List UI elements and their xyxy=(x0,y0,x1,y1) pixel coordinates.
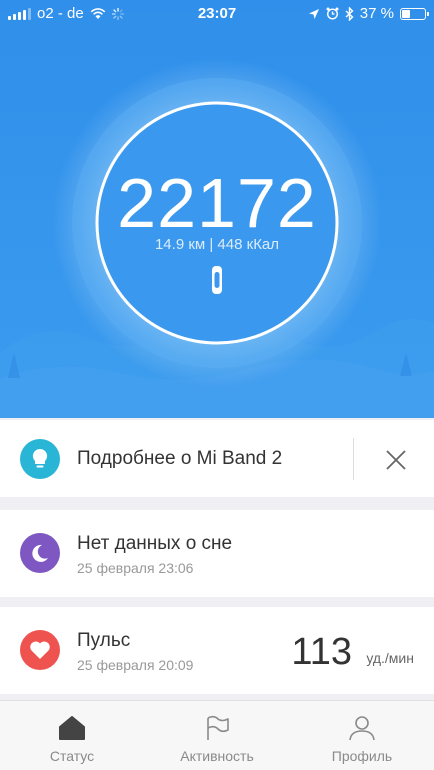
activity-hero: o2 - de 23:07 37 % 22172 14.9 км | 448 к… xyxy=(0,0,434,418)
promo-card[interactable]: Подробнее о Mi Band 2 xyxy=(0,420,434,497)
sleep-circle: z xyxy=(20,533,60,573)
heart-icon xyxy=(30,641,50,659)
tab-status-label: Статус xyxy=(49,748,95,764)
step-count: 22172 xyxy=(117,164,317,242)
battery-percent: 37 % xyxy=(359,5,394,22)
sleep-card[interactable]: z Нет данных о сне 25 февраля 23:06 xyxy=(0,510,434,597)
promo-title: Подробнее о Mi Band 2 xyxy=(77,448,283,469)
lightbulb-icon xyxy=(32,448,48,468)
status-bar: o2 - de 23:07 37 % xyxy=(0,0,434,28)
svg-text:z: z xyxy=(42,548,46,555)
alarm-icon xyxy=(326,7,339,20)
tab-profile-label: Профиль xyxy=(331,748,393,764)
tab-bar: Статус Активность Профиль xyxy=(0,700,434,770)
battery-icon xyxy=(400,7,429,20)
tab-status[interactable]: Статус xyxy=(0,701,144,770)
sleep-title: Нет данных о сне xyxy=(77,533,233,554)
band-device-icon xyxy=(212,266,222,294)
location-arrow-icon xyxy=(308,8,319,19)
flag-icon xyxy=(207,715,229,740)
moon-sleep-icon: z xyxy=(32,544,48,562)
tab-activity-label: Активность xyxy=(180,748,254,764)
distance-calories: 14.9 км | 448 кКал xyxy=(154,236,280,253)
bluetooth-icon xyxy=(345,6,354,21)
pulse-circle xyxy=(20,630,60,670)
pulse-date: 25 февраля 20:09 xyxy=(77,657,194,673)
home-icon xyxy=(59,716,85,740)
tab-profile[interactable]: Профиль xyxy=(290,701,434,770)
close-icon[interactable] xyxy=(384,448,408,472)
pulse-value: 113 xyxy=(291,631,352,673)
pulse-title: Пульс xyxy=(77,630,131,651)
promo-circle xyxy=(20,439,60,479)
tab-activity[interactable]: Активность xyxy=(145,701,289,770)
sleep-date: 25 февраля 23:06 xyxy=(77,560,194,576)
step-ring[interactable]: 22172 14.9 км | 448 кКал xyxy=(52,58,382,388)
person-icon xyxy=(349,716,375,741)
divider xyxy=(353,438,354,480)
pulse-unit: уд./мин xyxy=(366,650,414,666)
